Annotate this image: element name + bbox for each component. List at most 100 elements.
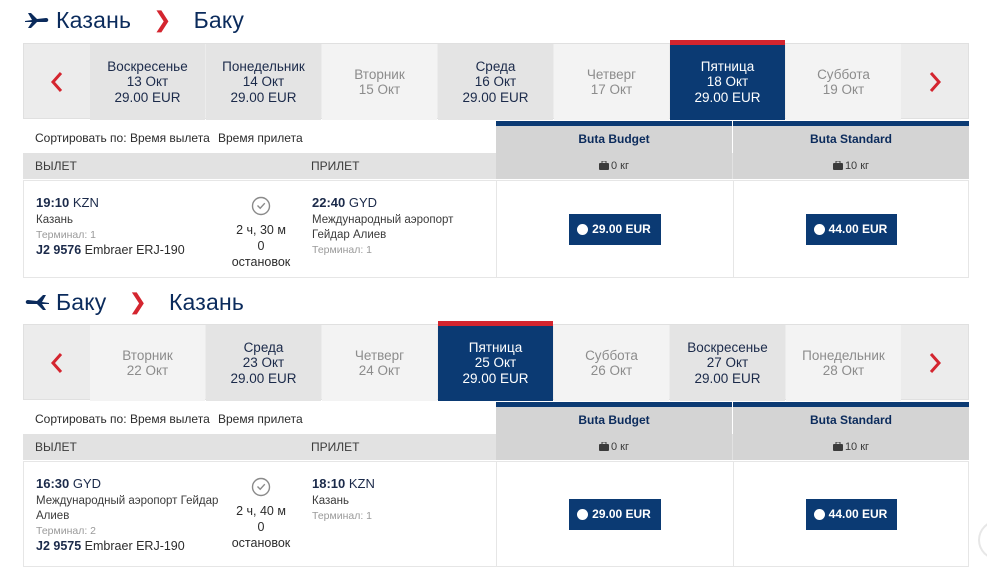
day-date: 14 Окт: [242, 74, 285, 90]
sort-by-departure[interactable]: Время вылета: [130, 412, 210, 426]
origin-city: Казань: [56, 6, 132, 33]
fare-cell-standard: 44.00 EUR: [733, 462, 969, 566]
stops-label: остановок: [231, 255, 291, 269]
departure-info: 19:10 KZN Казань Терминал: 1 J2 9576 Emb…: [36, 195, 221, 257]
fare-price: 29.00 EUR: [592, 507, 651, 521]
arrival-info: 22:40 GYD Международный аэропорт Гейдар …: [312, 195, 492, 256]
departure-time: 16:30: [36, 476, 70, 491]
date-cell[interactable]: Понедельник 14 Окт 29.00 EUR: [206, 44, 321, 120]
day-date: 17 Окт: [590, 82, 633, 97]
chevron-right-icon: [929, 353, 942, 373]
sort-by-arrival[interactable]: Время прилета: [218, 412, 303, 426]
date-cell[interactable]: Пятница 18 Окт 29.00 EUR: [670, 40, 785, 120]
day-name: Среда: [243, 339, 284, 355]
arrival-terminal: Терминал: 1: [312, 510, 373, 522]
aircraft-type: Embraer ERJ-190: [84, 539, 185, 553]
baggage-allowance: 0 кг: [611, 441, 629, 453]
fare-header-standard: Buta Standard: [733, 121, 969, 153]
date-cell[interactable]: Суббота 26 Окт: [554, 325, 669, 401]
date-cell[interactable]: Четверг 17 Окт: [554, 44, 669, 120]
arrival-airport: Казань: [312, 495, 349, 507]
departure-code: KZN: [72, 195, 99, 210]
stops-count: 0: [257, 520, 265, 534]
fare-header-budget: Buta Budget: [496, 402, 732, 434]
departure-column-header: ВЫЛЕТ: [35, 440, 77, 454]
sort-bar: Сортировать по: Время вылета Время приле…: [23, 121, 969, 153]
day-date: 18 Окт: [706, 74, 749, 90]
fare-cell-budget: 29.00 EUR: [496, 462, 733, 566]
select-fare-budget-button[interactable]: 29.00 EUR: [569, 213, 661, 245]
sort-label: Сортировать по:: [35, 131, 127, 145]
departure-code: GYD: [72, 476, 102, 491]
day-price: 29.00 EUR: [694, 370, 761, 386]
suitcase-icon: [599, 160, 609, 170]
arrival-code: KZN: [348, 476, 375, 491]
day-date: 15 Окт: [358, 82, 401, 97]
edge-widget: [978, 520, 987, 560]
stops-label: остановок: [231, 536, 291, 550]
flight-duration: 2 ч, 40 м: [236, 504, 286, 518]
duration-info: 2 ч, 30 м 0 остановок: [224, 196, 298, 270]
clock-icon: [251, 196, 271, 216]
day-name: Понедельник: [802, 347, 885, 363]
route-arrow-icon: ❯: [153, 7, 172, 32]
fare-price: 44.00 EUR: [828, 507, 888, 521]
departure-info: 16:30 GYD Международный аэропорт Гейдар …: [36, 476, 221, 553]
day-date: 22 Окт: [126, 363, 169, 378]
day-date: 28 Окт: [822, 363, 865, 378]
arrival-time: 18:10: [312, 476, 346, 491]
column-header-row: ВЫЛЕТ ПРИЛЕТ 0 кг 10 кг: [23, 434, 969, 460]
day-price: 29.00 EUR: [230, 89, 297, 105]
route-arrow-icon: ❯: [128, 289, 147, 314]
arrival-code: GYD: [348, 195, 378, 210]
fare-cell-budget: 29.00 EUR: [496, 181, 733, 277]
day-name: Суббота: [817, 66, 870, 82]
route-header-outbound: Казань ❯ Баку: [24, 5, 244, 35]
baggage-allowance: 10 кг: [844, 160, 870, 172]
prev-dates-button[interactable]: [24, 325, 90, 401]
fare-cell-standard: 44.00 EUR: [733, 181, 969, 277]
date-cell[interactable]: Вторник 15 Окт: [322, 44, 437, 120]
destination-city: Казань: [168, 288, 245, 315]
plane-takeoff-icon: [25, 13, 49, 28]
departure-time: 19:10: [36, 195, 70, 210]
date-cell[interactable]: Вторник 22 Окт: [90, 325, 205, 401]
flight-number: J2 9575: [36, 539, 82, 553]
day-name: Пятница: [468, 339, 523, 355]
stops-count: 0: [257, 239, 265, 253]
day-date: 26 Окт: [590, 363, 633, 378]
sort-by-departure[interactable]: Время вылета: [130, 131, 210, 145]
prev-dates-button[interactable]: [24, 44, 90, 120]
select-fare-standard-button[interactable]: 44.00 EUR: [805, 498, 898, 530]
suitcase-icon: [832, 160, 843, 170]
next-dates-button[interactable]: [902, 44, 968, 120]
destination-city: Баку: [193, 6, 245, 33]
day-name: Суббота: [585, 347, 638, 363]
arrival-terminal: Терминал: 1: [312, 244, 373, 256]
sort-by-arrival[interactable]: Время прилета: [218, 131, 303, 145]
day-name: Четверг: [586, 66, 637, 82]
arrival-column-header: ПРИЛЕТ: [311, 159, 360, 173]
date-cell[interactable]: Суббота 19 Окт: [786, 44, 901, 120]
date-cell[interactable]: Пятница 25 Окт 29.00 EUR: [438, 321, 553, 401]
date-cell[interactable]: Среда 16 Окт 29.00 EUR: [438, 44, 553, 120]
aircraft-type: Embraer ERJ-190: [84, 243, 185, 257]
date-cell[interactable]: Воскресенье 27 Окт 29.00 EUR: [670, 325, 785, 401]
date-cell[interactable]: Понедельник 28 Окт: [786, 325, 901, 401]
sort-bar: Сортировать по: Время вылета Время приле…: [23, 402, 969, 434]
departure-column-header: ВЫЛЕТ: [35, 159, 77, 173]
date-cell[interactable]: Среда 23 Окт 29.00 EUR: [206, 325, 321, 401]
plane-landing-icon: [25, 295, 49, 310]
next-dates-button[interactable]: [902, 325, 968, 401]
day-name: Пятница: [700, 58, 755, 74]
select-fare-standard-button[interactable]: 44.00 EUR: [805, 213, 898, 245]
chevron-left-icon: [50, 72, 63, 92]
fare-header-standard: Buta Standard: [733, 402, 969, 434]
date-carousel-outbound: Воскресенье 13 Окт 29.00 EUR Понедельник 14…: [23, 40, 969, 120]
select-fare-budget-button[interactable]: 29.00 EUR: [569, 498, 661, 530]
date-cell[interactable]: Четверг 24 Окт: [322, 325, 437, 401]
departure-airport: Международный аэропорт Гейдар Алиев: [36, 495, 219, 522]
radio-icon: [577, 508, 589, 520]
origin-city: Баку: [56, 288, 107, 315]
date-cell[interactable]: Воскресенье 13 Окт 29.00 EUR: [90, 44, 205, 120]
